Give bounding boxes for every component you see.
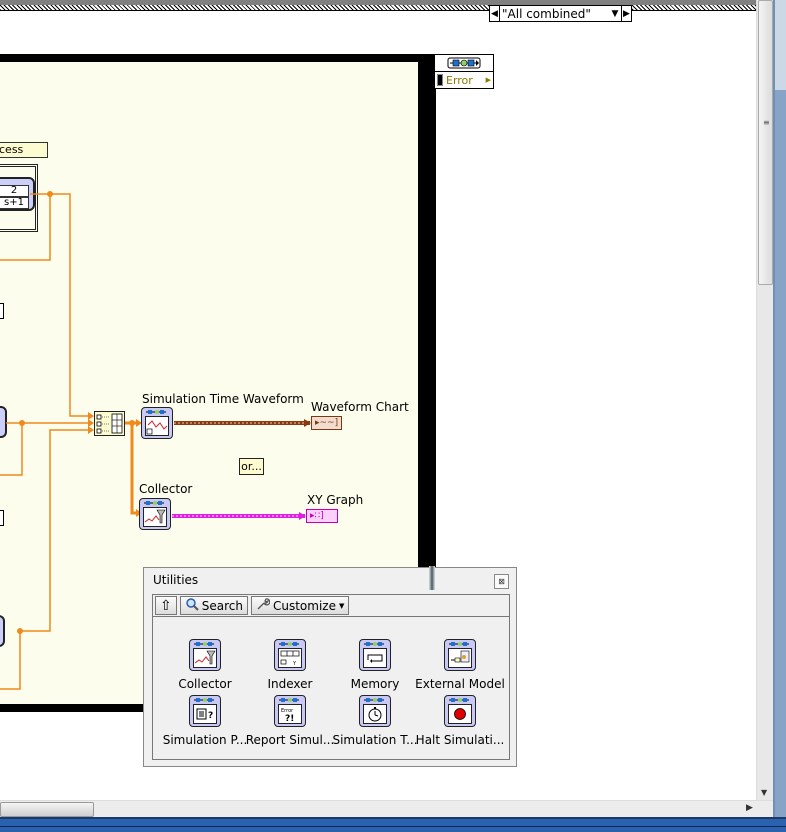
error-terminal-handle: [437, 74, 443, 86]
partial-constant-2[interactable]: [0, 510, 4, 526]
search-label: Search: [201, 598, 243, 613]
palette-item-label: Halt Simulati...: [415, 733, 505, 747]
case-selector-value[interactable]: "All combined": [500, 7, 609, 21]
wrench-icon: [256, 597, 271, 614]
utilities-palette[interactable]: Utilities ⊠ ⇧ Search Customize ▼ Collect…: [143, 566, 517, 767]
palette-item-collector[interactable]: Collector: [160, 639, 250, 691]
waveform-chart-terminal[interactable]: ▸~~]: [311, 416, 342, 430]
palette-item-report-simulation-error[interactable]: Error?! Report Simul...: [245, 695, 335, 747]
svg-text:?: ?: [208, 711, 213, 721]
palette-item-label: Report Simul...: [245, 733, 335, 747]
collector-icon: [143, 507, 167, 527]
next-case-icon[interactable]: ▶: [621, 6, 631, 21]
scroll-right-icon[interactable]: ▶: [746, 803, 753, 813]
simulation-time-waveform-node[interactable]: [141, 407, 173, 439]
palette-toolbar: ⇧ Search Customize ▼: [152, 594, 510, 616]
report-simulation-error-icon: Error?!: [274, 695, 306, 727]
palette-item-label: Simulation P...: [162, 733, 248, 747]
waveform-chart-label: Waveform Chart: [311, 400, 409, 414]
horizontal-scroll-thumb[interactable]: [0, 802, 94, 817]
scroll-down-icon[interactable]: ▼: [761, 788, 767, 797]
up-button[interactable]: ⇧: [155, 596, 177, 615]
palette-content: Collector Y Indexer Memory External Mode…: [152, 616, 510, 760]
partial-node-2[interactable]: [0, 615, 5, 647]
search-button[interactable]: Search: [179, 596, 248, 615]
bundle-node[interactable]: [94, 411, 125, 436]
collector-label: Collector: [139, 482, 193, 496]
palette-item-label: Memory: [350, 677, 400, 691]
horizontal-scrollbar[interactable]: ▶: [0, 800, 773, 817]
chevron-down-icon[interactable]: ▼: [609, 9, 621, 19]
partial-node-1[interactable]: [0, 406, 7, 438]
vertical-scrollbar[interactable]: ≡ ▼: [756, 0, 773, 800]
right-triangle-icon: ▶: [485, 76, 491, 84]
collector-icon: [189, 639, 221, 671]
partial-constant[interactable]: [0, 303, 4, 319]
palette-item-label: Indexer: [267, 677, 313, 691]
vertical-scroll-thumb[interactable]: ≡: [758, 0, 773, 285]
subsystem-io-icon: [435, 55, 493, 72]
palette-title: Utilities: [153, 573, 199, 587]
palette-item-label: External Model: [415, 677, 505, 691]
previous-case-icon[interactable]: ◀: [490, 6, 500, 21]
loop-structure[interactable]: 2 s+1: [0, 164, 38, 232]
simulation-time-icon: [359, 695, 391, 727]
palette-item-halt-simulation[interactable]: Halt Simulati...: [415, 695, 505, 747]
svg-text:Y: Y: [292, 661, 297, 667]
palette-item-indexer[interactable]: Y Indexer: [245, 639, 335, 691]
palette-item-memory[interactable]: Memory: [330, 639, 420, 691]
close-icon[interactable]: ⊠: [494, 574, 509, 589]
window-frame-bottom: [0, 817, 786, 832]
palette-item-label: Simulation T...: [332, 733, 418, 747]
indexer-icon: Y: [274, 639, 306, 671]
customize-button[interactable]: Customize ▼: [250, 596, 350, 615]
sim-time-waveform-label: Simulation Time Waveform: [142, 392, 304, 406]
palette-item-simulation-time[interactable]: Simulation T...: [330, 695, 420, 747]
palette-item-label: Collector: [178, 677, 232, 691]
customize-label: Customize: [272, 598, 336, 613]
chevron-down-icon: ▼: [338, 601, 345, 610]
palette-item-simulation-parameters[interactable]: ? Simulation P...: [160, 695, 250, 747]
counter-node[interactable]: 2 s+1: [0, 177, 35, 211]
svg-text:?!: ?!: [285, 714, 294, 723]
palette-item-external-model[interactable]: External Model: [415, 639, 505, 691]
xy-graph-label: XY Graph: [307, 493, 364, 507]
counter-line-2: s+1: [0, 197, 29, 209]
process-label[interactable]: cess: [0, 142, 48, 158]
collector-node[interactable]: [139, 498, 171, 530]
palette-drag-shadow: [429, 566, 435, 590]
error-terminal-label: Error: [446, 73, 473, 87]
xy-graph-terminal[interactable]: ▸∷]: [306, 509, 338, 523]
grip-icon: ≡: [763, 118, 770, 127]
case-structure-frame: [0, 5, 756, 11]
memory-icon: [359, 639, 391, 671]
labview-block-diagram: ◀ "All combined" ▼ ▶ Error ▶ cess 2 s+1 …: [0, 0, 786, 832]
external-model-icon: [444, 639, 476, 671]
halt-simulation-icon: [444, 695, 476, 727]
simulation-parameters-icon: ?: [189, 695, 221, 727]
waveform-icon: [145, 416, 169, 436]
counter-line-1: 2: [0, 185, 29, 197]
up-arrow-icon: ⇧: [160, 597, 172, 614]
or-label[interactable]: or...: [239, 458, 264, 475]
window-frame-right: [773, 0, 786, 832]
case-selector[interactable]: ◀ "All combined" ▼ ▶: [489, 5, 632, 22]
error-terminal[interactable]: Error ▶: [434, 54, 494, 89]
search-icon: [185, 597, 199, 614]
